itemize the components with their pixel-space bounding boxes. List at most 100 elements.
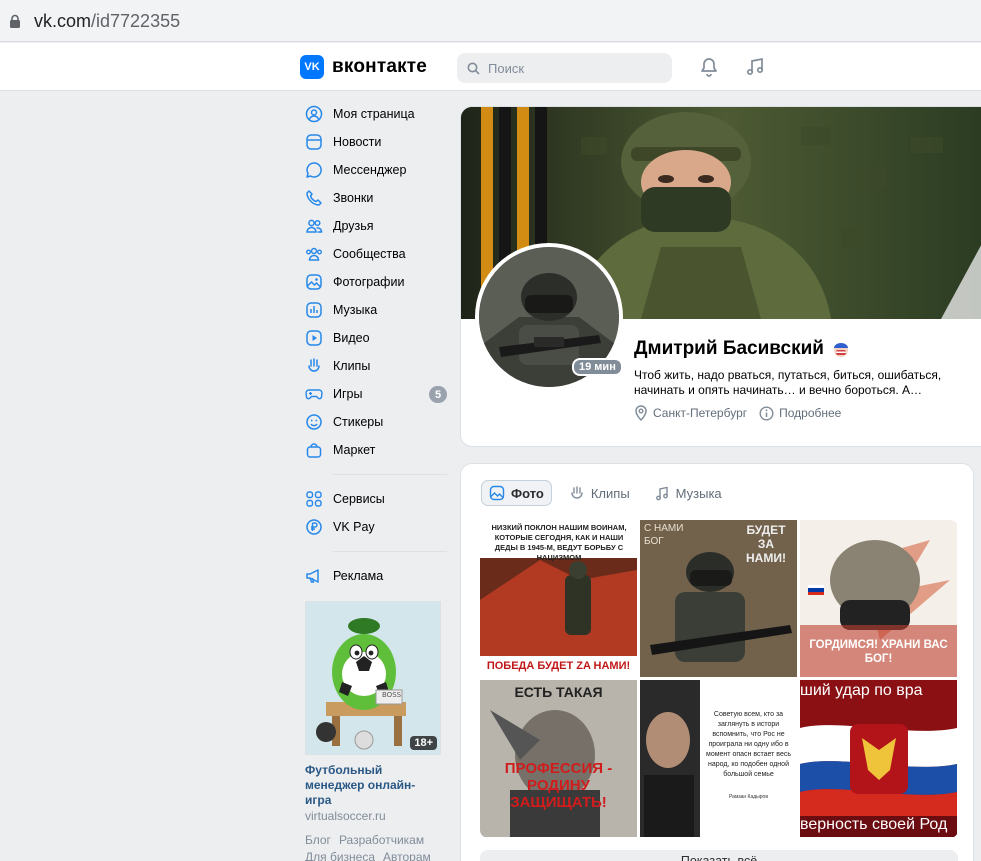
nav-item-messenger[interactable]: Мессенджер bbox=[305, 156, 447, 184]
photo-thumb[interactable]: ГОРДИМСЯ! ХРАНИ ВАС БОГ! bbox=[800, 520, 957, 677]
ad-title[interactable]: Футбольный менеджер онлайн-игра bbox=[305, 763, 441, 808]
search-input[interactable]: Поиск bbox=[457, 53, 672, 83]
ad-board-text: BOSS bbox=[382, 691, 402, 699]
nav-divider bbox=[333, 474, 447, 475]
nav-item-vkpay[interactable]: VK Pay bbox=[305, 513, 447, 541]
vk-logo[interactable]: VK вконтакте bbox=[300, 55, 427, 79]
browser-address-bar: vk.com/id7722355 bbox=[0, 0, 981, 42]
photo-caption: Советую всем, кто за заглянуть в истори … bbox=[706, 711, 791, 778]
age-rating-badge: 18+ bbox=[410, 736, 437, 750]
photo-caption: ГОРДИМСЯ! ХРАНИ ВАС БОГ! bbox=[809, 639, 948, 665]
photo-icon bbox=[489, 485, 505, 501]
lock-icon bbox=[10, 14, 20, 28]
photo-thumb[interactable]: НИЗКИЙ ПОКЛОН НАШИМ ВОИНАМ, КОТОРЫЕ СЕГО… bbox=[480, 520, 637, 677]
nav-item-video[interactable]: Видео bbox=[305, 324, 447, 352]
profile-city-text: Санкт-Петербург bbox=[653, 406, 748, 420]
ad-illustration bbox=[306, 602, 440, 754]
vk-header: VK вконтакте Поиск bbox=[0, 43, 981, 91]
vkpay-icon bbox=[306, 519, 322, 535]
profile-name: Дмитрий Басивский bbox=[634, 338, 850, 360]
nav-item-my-page[interactable]: Моя страница bbox=[305, 100, 447, 128]
photo-thumb[interactable]: Советую всем, кто за заглянуть в истори … bbox=[640, 680, 797, 837]
nav-label: Новости bbox=[333, 135, 382, 149]
profile-name-text: Дмитрий Басивский bbox=[634, 338, 824, 359]
vk-logo-text: вконтакте bbox=[332, 56, 428, 77]
tab-clips[interactable]: Клипы bbox=[562, 480, 637, 506]
nav-label: Музыка bbox=[333, 303, 378, 317]
profile-status: Чтоб жить, надо рваться, путаться, битьс… bbox=[634, 368, 942, 397]
music-note-icon bbox=[655, 486, 668, 501]
photo-caption: ПОБЕДА БУДЕТ ZA НАМИ! bbox=[486, 660, 631, 672]
message-icon bbox=[306, 162, 322, 178]
megaphone-icon bbox=[306, 569, 319, 583]
footer-link-developers[interactable]: Разработчикам bbox=[339, 833, 424, 847]
nav-label: Реклама bbox=[333, 569, 384, 583]
nav-item-market[interactable]: Маркет bbox=[305, 436, 447, 464]
nav-item-stickers[interactable]: Стикеры bbox=[305, 408, 447, 436]
video-icon bbox=[306, 330, 322, 346]
profile-city[interactable]: Санкт-Петербург bbox=[634, 405, 747, 421]
nav-item-photos[interactable]: Фотографии bbox=[305, 268, 447, 296]
nav-item-calls[interactable]: Звонки bbox=[305, 184, 447, 212]
newspaper-icon bbox=[306, 134, 322, 150]
nav-item-clips[interactable]: Клипы bbox=[305, 352, 447, 380]
photo-image bbox=[800, 680, 957, 837]
music-icon[interactable] bbox=[743, 55, 767, 79]
photo-caption: верность своей Род bbox=[800, 816, 948, 833]
nav-label: Видео bbox=[333, 331, 370, 345]
photo-thumb[interactable]: ший удар по вра верность своей Род bbox=[800, 680, 957, 837]
nav-label: Маркет bbox=[333, 443, 376, 457]
emoji-status-icon[interactable] bbox=[832, 340, 850, 358]
market-icon bbox=[306, 443, 322, 458]
url-field[interactable]: vk.com/id7722355 bbox=[0, 4, 981, 38]
gamepad-icon bbox=[305, 389, 323, 400]
footer-link-authors[interactable]: Авторам bbox=[383, 850, 431, 861]
nav-item-ads[interactable]: Реклама bbox=[305, 562, 447, 590]
nav-label: Моя страница bbox=[333, 107, 415, 121]
profile-meta: Санкт-Петербург Подробнее bbox=[634, 405, 853, 421]
footer-link-blog[interactable]: Блог bbox=[305, 833, 331, 847]
clips-icon bbox=[571, 486, 583, 499]
photo-grid: НИЗКИЙ ПОКЛОН НАШИМ ВОИНАМ, КОТОРЫЕ СЕГО… bbox=[480, 520, 958, 838]
nav-item-communities[interactable]: Сообщества bbox=[305, 240, 447, 268]
nav-divider bbox=[333, 551, 447, 552]
tab-photos[interactable]: Фото bbox=[481, 480, 552, 506]
photo-caption: ший удар по вра bbox=[800, 682, 923, 699]
nav-label: Друзья bbox=[333, 219, 374, 233]
nav-item-games[interactable]: Игры 5 bbox=[305, 380, 447, 408]
photo-thumb[interactable]: С НАМИ БОГ БУДЕТ ЗА НАМИ! bbox=[640, 520, 797, 677]
bell-icon[interactable] bbox=[697, 55, 721, 79]
sidebar-ad[interactable]: BOSS 18+ Футбольный менеджер онлайн-игра… bbox=[305, 601, 441, 823]
url-text: vk.com/id7722355 bbox=[34, 10, 181, 31]
photo-caption: Рамзан Кадыров bbox=[729, 794, 768, 800]
nav-item-music[interactable]: Музыка bbox=[305, 296, 447, 324]
search-placeholder: Поиск bbox=[488, 60, 525, 76]
media-tabs: Фото Клипы Музыка bbox=[481, 480, 739, 506]
footer-link-business[interactable]: Для бизнеса bbox=[305, 850, 375, 861]
nav-label: Стикеры bbox=[333, 415, 384, 429]
photo-caption: ЕСТЬ ТАКАЯ bbox=[514, 684, 603, 700]
nav-label: Фотографии bbox=[333, 275, 405, 289]
nav-label: VK Pay bbox=[333, 520, 375, 534]
music-icon bbox=[306, 302, 322, 318]
nav-item-news[interactable]: Новости bbox=[305, 128, 447, 156]
ad-image[interactable]: BOSS 18+ bbox=[305, 601, 441, 755]
search-icon bbox=[467, 62, 480, 75]
services-icon bbox=[306, 491, 322, 507]
photo-thumb[interactable]: ЕСТЬ ТАКАЯ ПРОФЕССИЯ - РОДИНУ ЗАЩИЩАТЬ! bbox=[480, 680, 637, 837]
nav-item-services[interactable]: Сервисы bbox=[305, 485, 447, 513]
ad-domain[interactable]: virtualsoccer.ru bbox=[305, 809, 441, 823]
photo-caption: БОГ bbox=[644, 536, 664, 547]
show-all-button[interactable]: Показать всё bbox=[480, 850, 958, 861]
nav-label: Звонки bbox=[333, 191, 374, 205]
tab-music[interactable]: Музыка bbox=[647, 480, 729, 506]
nav-label: Сообщества bbox=[333, 247, 406, 261]
user-circle-icon bbox=[305, 105, 323, 123]
nav-item-friends[interactable]: Друзья bbox=[305, 212, 447, 240]
profile-more-text: Подробнее bbox=[779, 406, 842, 420]
profile-more-link[interactable]: Подробнее bbox=[759, 405, 842, 421]
left-nav: Моя страница Новости Мессенджер Звонки Д… bbox=[305, 100, 447, 590]
info-icon bbox=[759, 405, 774, 421]
photo-icon bbox=[306, 274, 322, 290]
photo-caption: НИЗКИЙ ПОКЛОН НАШИМ ВОИНАМ, КОТОРЫЕ СЕГО… bbox=[491, 523, 627, 562]
